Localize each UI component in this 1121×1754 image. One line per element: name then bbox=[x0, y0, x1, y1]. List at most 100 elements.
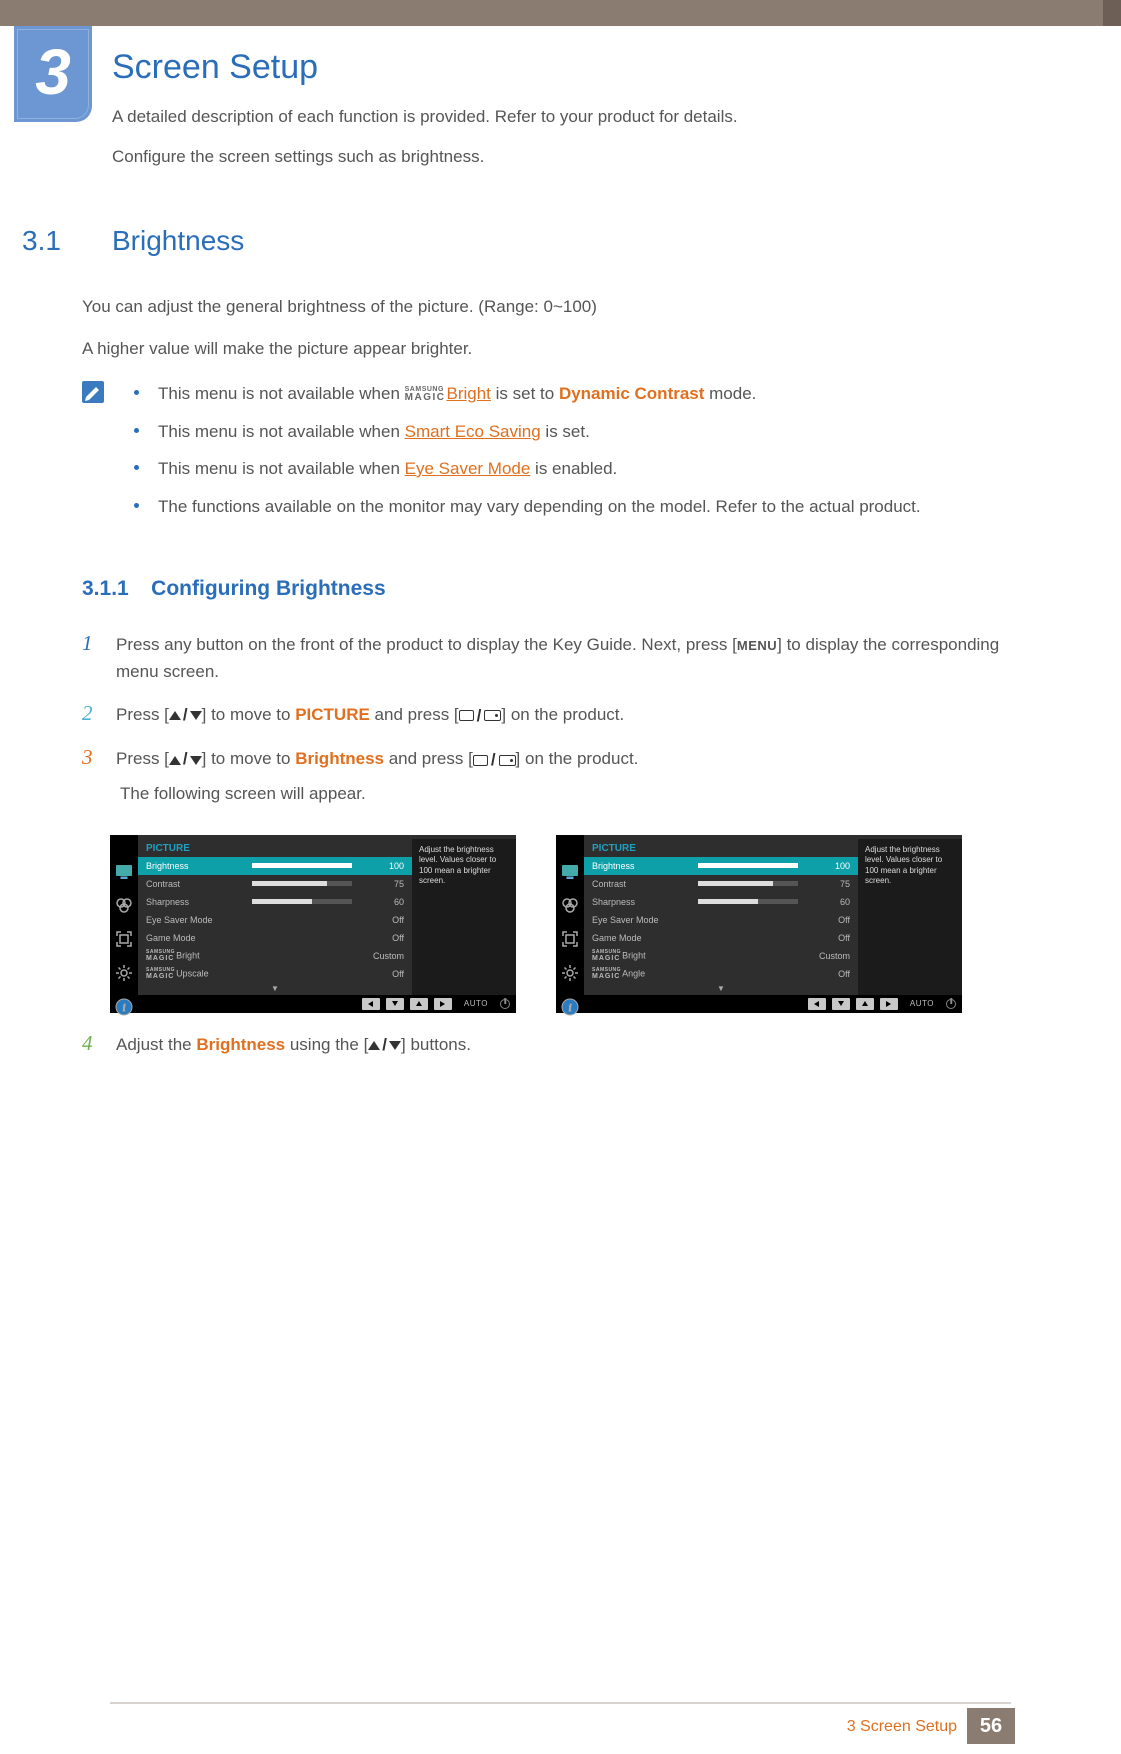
osd-menu-item: Brightness100 bbox=[584, 857, 858, 875]
footer-page-number: 56 bbox=[967, 1708, 1015, 1744]
osd-power-icon bbox=[500, 999, 510, 1009]
note-item-4: The functions available on the monitor m… bbox=[134, 494, 1009, 520]
osd-menu-item: Game ModeOff bbox=[138, 929, 412, 947]
osd-nav-up-icon bbox=[410, 998, 428, 1010]
osd-screenshot-1: i PICTURE Brightness100Contrast75Sharpne… bbox=[110, 835, 516, 1013]
osd-tab-resize-icon bbox=[560, 929, 580, 949]
step-number-1: 1 bbox=[82, 631, 116, 685]
page-footer: 3 Screen Setup 56 bbox=[0, 1690, 1121, 1754]
osd-sidebar-icons: i bbox=[556, 857, 584, 1017]
step-2: 2 Press [/] to move to PICTURE and press… bbox=[82, 701, 1009, 729]
triangle-up-icon bbox=[169, 756, 181, 765]
chapter-title: Screen Setup bbox=[112, 48, 1009, 87]
osd-help-panel: Adjust the brightness level. Values clos… bbox=[858, 839, 962, 995]
osd-nav-left-icon bbox=[362, 998, 380, 1010]
notes-list: This menu is not available when SAMSUNGM… bbox=[134, 381, 1009, 531]
steps-list-continued: 4 Adjust the Brightness using the [/] bu… bbox=[82, 1031, 1009, 1058]
osd-menu-item: Contrast75 bbox=[584, 875, 858, 893]
note-item-3: This menu is not available when Eye Save… bbox=[134, 456, 1009, 482]
osd-nav-right-icon bbox=[880, 998, 898, 1010]
step-3-follow-text: The following screen will appear. bbox=[120, 780, 1009, 807]
osd-scroll-down-icon: ▼ bbox=[584, 983, 858, 995]
chapter-intro: A detailed description of each function … bbox=[112, 107, 1009, 167]
note-item-2: This menu is not available when Smart Ec… bbox=[134, 419, 1009, 445]
triangle-up-icon bbox=[368, 1041, 380, 1050]
osd-help-text: Adjust the brightness level. Values clos… bbox=[865, 845, 955, 887]
content-area: Screen Setup A detailed description of e… bbox=[112, 48, 1009, 1074]
steps-list: 1 Press any button on the front of the p… bbox=[82, 631, 1009, 807]
osd-menu-item: Eye Saver ModeOff bbox=[584, 911, 858, 929]
menu-button-label: MENU bbox=[737, 638, 777, 653]
osd-auto-label: AUTO bbox=[464, 999, 488, 1008]
subsection-number: 3.1.1 bbox=[82, 577, 129, 600]
triangle-up-icon bbox=[169, 711, 181, 720]
page: 3 Screen Setup A detailed description of… bbox=[0, 0, 1121, 1754]
osd-menu-title: PICTURE bbox=[584, 839, 858, 857]
osd-menu-item: SAMSUNGMAGICBrightCustom bbox=[138, 947, 412, 965]
osd-menu-item: Brightness100 bbox=[138, 857, 412, 875]
chapter-badge: 3 bbox=[14, 26, 92, 122]
section-title: Brightness bbox=[112, 225, 244, 257]
osd-sidebar-icons: i bbox=[110, 857, 138, 1017]
osd-tab-info-icon: i bbox=[560, 997, 580, 1017]
osd-power-icon bbox=[946, 999, 956, 1009]
osd-tab-settings-icon bbox=[114, 963, 134, 983]
osd-screenshot-2: i PICTURE Brightness100Contrast75Sharpne… bbox=[556, 835, 962, 1013]
osd-help-text: Adjust the brightness level. Values clos… bbox=[419, 845, 509, 887]
step-4: 4 Adjust the Brightness using the [/] bu… bbox=[82, 1031, 1009, 1058]
osd-tab-resize-icon bbox=[114, 929, 134, 949]
osd-nav-down-icon bbox=[386, 998, 404, 1010]
step-number-2: 2 bbox=[82, 701, 116, 729]
footer-divider bbox=[110, 1702, 1011, 1704]
osd-nav-right-icon bbox=[434, 998, 452, 1010]
osd-nav-up-icon bbox=[856, 998, 874, 1010]
triangle-down-icon bbox=[190, 711, 202, 720]
note-item-1: This menu is not available when SAMSUNGM… bbox=[134, 381, 1009, 407]
osd-tab-picture-icon bbox=[560, 861, 580, 881]
osd-screenshots-row: i PICTURE Brightness100Contrast75Sharpne… bbox=[110, 835, 1009, 1013]
section-paragraph-1: You can adjust the general brightness of… bbox=[82, 297, 1009, 317]
step-number-3: 3 bbox=[82, 745, 116, 806]
osd-tab-info-icon: i bbox=[114, 997, 134, 1017]
osd-button-bar: AUTO bbox=[556, 995, 962, 1013]
osd-tab-color-icon bbox=[560, 895, 580, 915]
intro-paragraph-1: A detailed description of each function … bbox=[112, 107, 1009, 127]
osd-help-panel: Adjust the brightness level. Values clos… bbox=[412, 839, 516, 995]
osd-nav-left-icon bbox=[808, 998, 826, 1010]
osd-menu-item: SAMSUNGMAGICAngleOff bbox=[584, 965, 858, 983]
osd-menu-item: SAMSUNGMAGICUpscaleOff bbox=[138, 965, 412, 983]
link-eye-saver-mode[interactable]: Eye Saver Mode bbox=[405, 459, 531, 478]
svg-text:i: i bbox=[568, 1002, 571, 1014]
section-paragraph-2: A higher value will make the picture app… bbox=[82, 339, 1009, 359]
intro-paragraph-2: Configure the screen settings such as br… bbox=[112, 147, 1009, 167]
step-3: 3 Press [/] to move to Brightness and pr… bbox=[82, 745, 1009, 806]
osd-menu-title: PICTURE bbox=[138, 839, 412, 857]
osd-tab-settings-icon bbox=[560, 963, 580, 983]
link-magic-bright[interactable]: Bright bbox=[446, 384, 490, 403]
osd-auto-label: AUTO bbox=[910, 999, 934, 1008]
osd-menu: PICTURE Brightness100Contrast75Sharpness… bbox=[138, 839, 412, 995]
osd-nav-down-icon bbox=[832, 998, 850, 1010]
osd-menu-item: Sharpness60 bbox=[138, 893, 412, 911]
osd-button-bar: AUTO bbox=[110, 995, 516, 1013]
enter-source-icon: / bbox=[459, 702, 502, 729]
osd-menu-item: Eye Saver ModeOff bbox=[138, 911, 412, 929]
note-icon bbox=[82, 381, 104, 403]
footer-chapter-ref: 3 Screen Setup bbox=[847, 1718, 957, 1736]
step-1: 1 Press any button on the front of the p… bbox=[82, 631, 1009, 685]
subsection-title: Configuring Brightness bbox=[151, 577, 386, 600]
samsung-magic-logo: SAMSUNGMAGIC bbox=[405, 386, 446, 403]
triangle-down-icon bbox=[389, 1041, 401, 1050]
triangle-down-icon bbox=[190, 756, 202, 765]
svg-text:i: i bbox=[122, 1002, 125, 1014]
enter-source-icon: / bbox=[473, 746, 516, 773]
osd-menu-item: SAMSUNGMAGICBrightCustom bbox=[584, 947, 858, 965]
osd-menu-item: Game ModeOff bbox=[584, 929, 858, 947]
osd-tab-picture-icon bbox=[114, 861, 134, 881]
osd-tab-color-icon bbox=[114, 895, 134, 915]
step-number-4: 4 bbox=[82, 1031, 116, 1058]
osd-menu-item: Contrast75 bbox=[138, 875, 412, 893]
osd-scroll-down-icon: ▼ bbox=[138, 983, 412, 995]
osd-menu: PICTURE Brightness100Contrast75Sharpness… bbox=[584, 839, 858, 995]
link-smart-eco-saving[interactable]: Smart Eco Saving bbox=[405, 422, 541, 441]
